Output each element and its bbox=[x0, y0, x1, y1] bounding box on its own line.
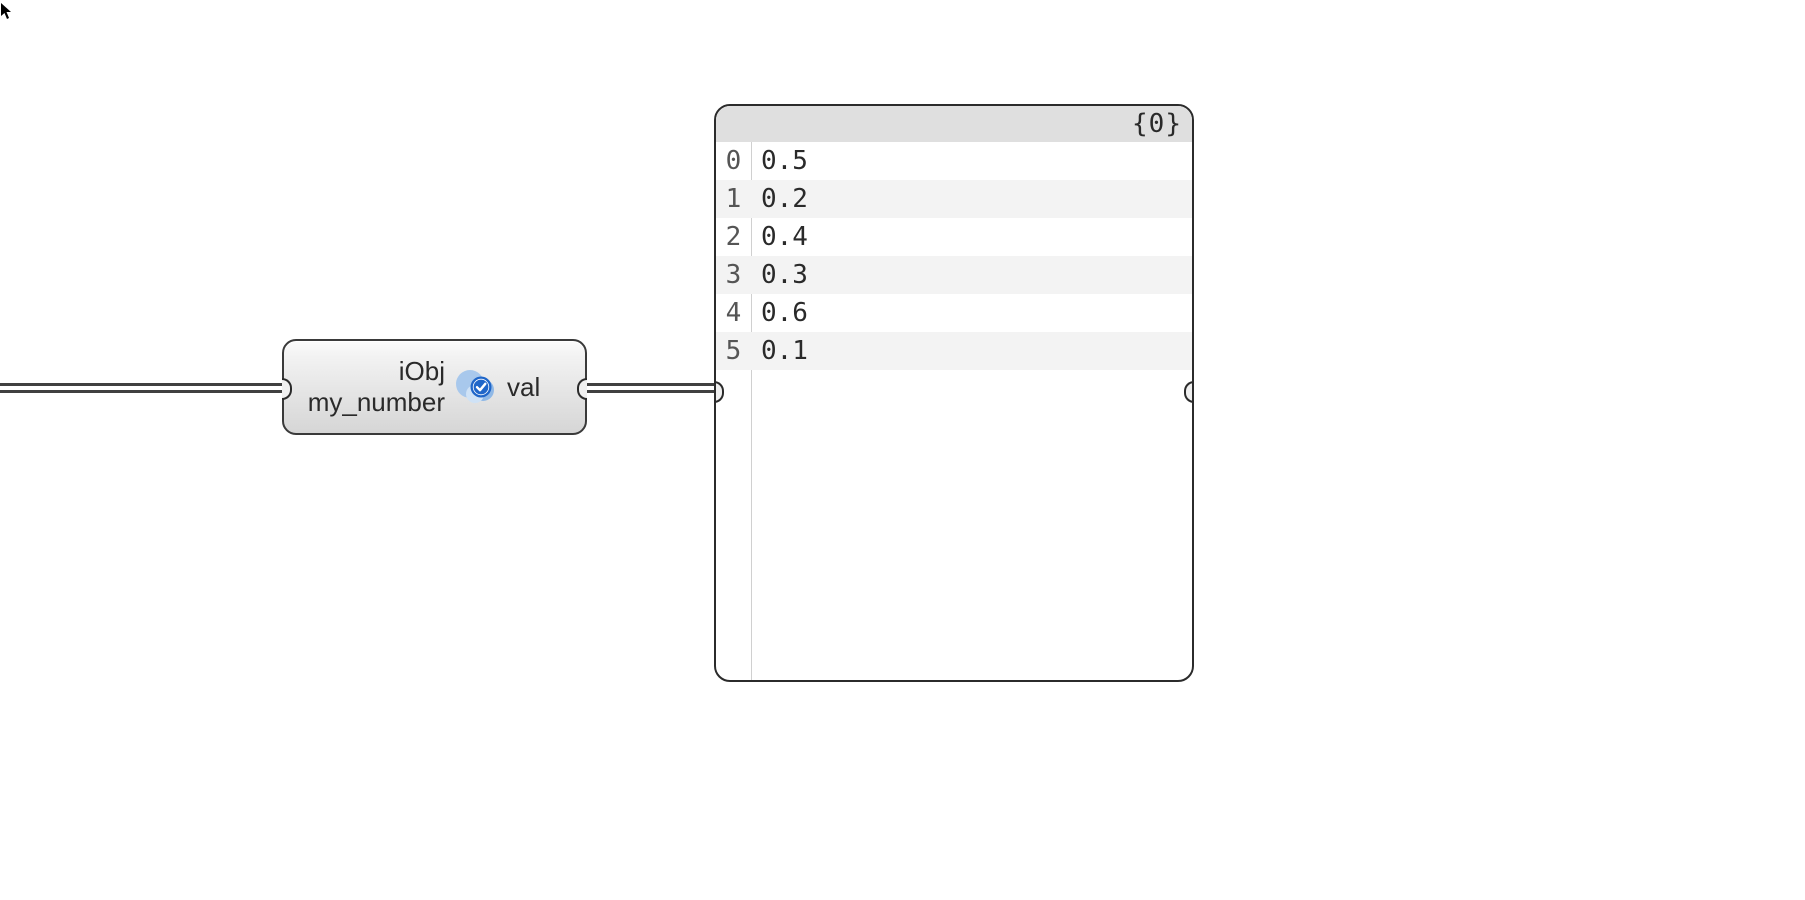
component-output-label: val bbox=[507, 372, 540, 403]
component-icon[interactable] bbox=[451, 364, 501, 410]
panel-row-index: 4 bbox=[716, 298, 751, 328]
panel-row-index: 0 bbox=[716, 146, 751, 176]
panel-row-index: 3 bbox=[716, 260, 751, 290]
panel-row-value: 0.3 bbox=[751, 260, 808, 290]
panel-row-value: 0.2 bbox=[751, 184, 808, 214]
panel-row-value: 0.1 bbox=[751, 336, 808, 366]
panel-rows: 0 0.5 1 0.2 2 0.4 3 0.3 4 0.6 5 0.1 bbox=[716, 142, 1192, 370]
panel-row[interactable]: 4 0.6 bbox=[716, 294, 1192, 332]
panel-row[interactable]: 3 0.3 bbox=[716, 256, 1192, 294]
panel-header-label: {0} bbox=[1132, 109, 1182, 139]
component-inputs: iObj my_number bbox=[284, 341, 451, 433]
component-outputs: val bbox=[501, 372, 585, 403]
component-input-2-label: my_number bbox=[308, 388, 445, 417]
panel-body: 0 0.5 1 0.2 2 0.4 3 0.3 4 0.6 5 0.1 bbox=[716, 142, 1192, 680]
panel-row[interactable]: 2 0.4 bbox=[716, 218, 1192, 256]
panel-row-index: 2 bbox=[716, 222, 751, 252]
panel-row-value: 0.5 bbox=[751, 146, 808, 176]
panel-row-index: 5 bbox=[716, 336, 751, 366]
data-panel[interactable]: {0} 0 0.5 1 0.2 2 0.4 3 0.3 4 0.6 bbox=[714, 104, 1194, 682]
panel-row[interactable]: 1 0.2 bbox=[716, 180, 1192, 218]
panel-row-index: 1 bbox=[716, 184, 751, 214]
panel-row-value: 0.4 bbox=[751, 222, 808, 252]
panel-header: {0} bbox=[716, 106, 1192, 142]
lunchbox-check-icon bbox=[453, 364, 499, 410]
wire-left bbox=[0, 383, 282, 393]
mouse-pointer-icon bbox=[0, 2, 14, 20]
component-input-1-label: iObj bbox=[399, 357, 445, 386]
panel-row-value: 0.6 bbox=[751, 298, 808, 328]
panel-row[interactable]: 5 0.1 bbox=[716, 332, 1192, 370]
panel-row[interactable]: 0 0.5 bbox=[716, 142, 1192, 180]
component-node[interactable]: iObj my_number val bbox=[282, 339, 587, 435]
wire-mid bbox=[587, 383, 715, 393]
